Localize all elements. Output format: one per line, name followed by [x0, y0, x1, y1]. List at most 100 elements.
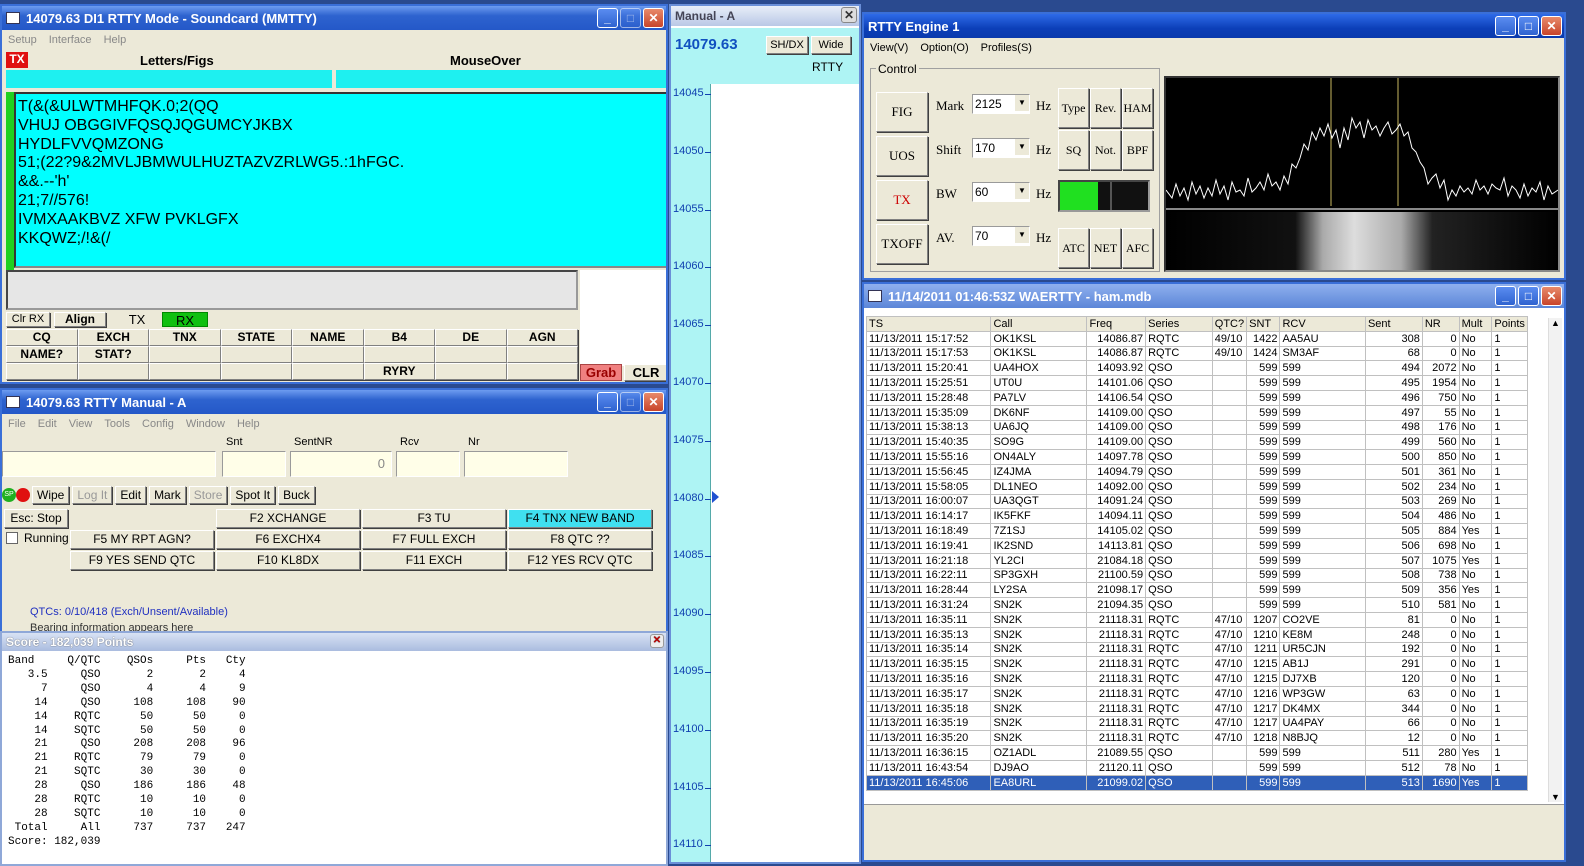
- column-header[interactable]: Sent: [1364, 316, 1423, 332]
- menu-item[interactable]: View: [69, 418, 93, 430]
- action-button[interactable]: Buck: [278, 486, 315, 504]
- table-row[interactable]: 11/13/2011 15:40:35 SO9G 14109.00 QSO 599 599…: [866, 434, 1528, 451]
- function-key-button[interactable]: F5 MY RPT AGN?: [70, 530, 214, 549]
- tx-text-area[interactable]: [6, 270, 578, 310]
- table-row[interactable]: 11/13/2011 15:35:09 DK6NF 14109.00 QSO 599 59…: [866, 404, 1528, 421]
- macro-button[interactable]: RYRY: [363, 363, 435, 380]
- macro-button[interactable]: [220, 363, 292, 380]
- table-row[interactable]: 11/13/2011 16:35:16 SN2K 21118.31 RQTC 47/10…: [866, 671, 1528, 687]
- close-icon[interactable]: ✕: [1541, 16, 1562, 36]
- scroll-up-icon[interactable]: ▲: [1549, 318, 1562, 328]
- macro-button[interactable]: [506, 363, 578, 380]
- score-titlebar[interactable]: Score - 182,039 Points ✕: [2, 633, 666, 651]
- table-row[interactable]: 11/13/2011 15:20:41 UA4HOX 14093.92 QSO 599 5…: [866, 360, 1528, 377]
- table-row[interactable]: 11/13/2011 16:35:15 SN2K 21118.31 RQTC 47/10…: [866, 656, 1528, 673]
- macro-button[interactable]: [149, 363, 221, 380]
- table-row[interactable]: 11/13/2011 16:45:06 EA8URL 21099.02 QSO 599 5…: [866, 774, 1528, 791]
- table-row[interactable]: 11/13/2011 15:55:16 ON4ALY 14097.78 QSO 599 5…: [866, 449, 1528, 465]
- table-row[interactable]: 11/13/2011 16:35:14 SN2K 21118.31 RQTC 47/10…: [866, 641, 1528, 658]
- table-row[interactable]: 11/13/2011 16:35:13 SN2K 21118.31 RQTC 47/10…: [866, 626, 1528, 643]
- menu-item[interactable]: View(V): [870, 42, 908, 54]
- table-row[interactable]: 11/13/2011 15:58:05 DL1NEO 14092.00 QSO 599 5…: [866, 478, 1528, 495]
- chevron-down-icon[interactable]: ▼: [1015, 227, 1029, 243]
- menu-item[interactable]: File: [8, 418, 26, 430]
- spectrum-display[interactable]: [1164, 76, 1560, 272]
- table-row[interactable]: 11/13/2011 16:31:24 SN2K 21094.35 QSO 599 599…: [866, 597, 1528, 613]
- macro-button[interactable]: NAME: [292, 329, 364, 346]
- macro-button[interactable]: [77, 363, 149, 380]
- column-header[interactable]: TS: [866, 316, 992, 332]
- column-header[interactable]: Mult: [1458, 316, 1493, 332]
- macro-button[interactable]: EXCH: [77, 329, 149, 346]
- macro-button[interactable]: NAME?: [6, 346, 78, 363]
- param-select[interactable]: 60 ▼: [972, 182, 1030, 202]
- column-header[interactable]: RCV: [1279, 316, 1366, 332]
- wide-button[interactable]: Wide: [811, 36, 851, 54]
- function-key-button[interactable]: F12 YES RCV QTC: [508, 551, 652, 570]
- macro-button[interactable]: [292, 346, 364, 363]
- macro-button[interactable]: [435, 346, 507, 363]
- table-row[interactable]: 11/13/2011 15:56:45 IZ4JMA 14094.79 QSO 599 5…: [866, 463, 1528, 480]
- log-scrollbar[interactable]: ▲ ▼: [1548, 318, 1562, 802]
- table-row[interactable]: 11/13/2011 15:17:53 OK1KSL 14086.87 RQTC 49/…: [866, 345, 1528, 362]
- menu-item[interactable]: Window: [186, 418, 225, 430]
- log-grid[interactable]: TS Call Freq Series QTC? SNT RCV Sent NR Mult Poin…: [866, 316, 1528, 796]
- macro-button[interactable]: DE: [435, 329, 507, 346]
- mode-button[interactable]: TXOFF: [876, 224, 928, 264]
- table-row[interactable]: 11/13/2011 16:22:11 SP3GXH 21100.59 QSO 599 5…: [866, 567, 1528, 584]
- mode-button[interactable]: TX: [876, 180, 928, 220]
- table-row[interactable]: 11/13/2011 16:18:49 7Z1SJ 14105.02 QSO 599 59…: [866, 523, 1528, 539]
- option-button[interactable]: Type: [1058, 88, 1089, 128]
- menu-item[interactable]: Option(O): [920, 42, 968, 54]
- tx-status[interactable]: TX: [114, 312, 160, 327]
- align-button[interactable]: Align: [54, 312, 106, 327]
- rx-text-area[interactable]: T(&(&ULWTMHFQK.0;2(QQ VHUJ OBGGIVFQSQJQGU…: [14, 92, 666, 268]
- function-key-button[interactable]: F2 XCHANGE: [216, 509, 360, 528]
- record-icon[interactable]: [16, 488, 30, 502]
- close-icon[interactable]: ✕: [650, 634, 664, 648]
- column-header[interactable]: Points: [1491, 316, 1528, 332]
- mmtty-titlebar[interactable]: 14079.63 DI1 RTTY Mode - Soundcard (MMTT…: [2, 6, 666, 30]
- bandmap-scale[interactable]: 14045 14050 14055 14060 14065 14070 14075 14080…: [671, 84, 711, 862]
- menu-item[interactable]: Setup: [8, 34, 37, 46]
- minimize-icon[interactable]: _: [597, 8, 618, 28]
- option-button[interactable]: SQ: [1058, 130, 1089, 170]
- option-button[interactable]: HAM: [1122, 88, 1153, 128]
- option-button[interactable]: Rev.: [1090, 88, 1121, 128]
- macro-button[interactable]: [363, 346, 435, 363]
- macro-button[interactable]: AGN: [506, 329, 578, 346]
- table-row[interactable]: 11/13/2011 16:35:20 SN2K 21118.31 RQTC 47/10…: [866, 730, 1528, 747]
- table-row[interactable]: 11/13/2011 16:35:11 SN2K 21118.31 RQTC 47/10…: [866, 611, 1528, 628]
- close-icon[interactable]: ✕: [1541, 286, 1562, 306]
- option-button[interactable]: ATC: [1058, 228, 1089, 268]
- table-row[interactable]: 11/13/2011 16:00:07 UA3QGT 14091.24 QSO 599 5…: [866, 493, 1528, 510]
- manual-titlebar[interactable]: 14079.63 RTTY Manual - A _ □ ✕: [2, 390, 666, 414]
- chevron-down-icon[interactable]: ▼: [1015, 139, 1029, 155]
- shdx-button[interactable]: SH/DX: [766, 36, 808, 54]
- menu-item[interactable]: Tools: [104, 418, 130, 430]
- function-key-button[interactable]: F10 KL8DX: [216, 551, 360, 570]
- maximize-icon[interactable]: □: [1518, 16, 1539, 36]
- function-key-button[interactable]: F6 EXCHX4: [216, 530, 360, 549]
- macro-button[interactable]: STAT?: [77, 346, 149, 363]
- menu-item[interactable]: Interface: [49, 34, 92, 46]
- option-button[interactable]: NET: [1090, 228, 1121, 268]
- action-button[interactable]: Wipe: [32, 486, 70, 504]
- close-icon[interactable]: ✕: [643, 8, 664, 28]
- rx-status[interactable]: RX: [162, 312, 208, 328]
- minimize-icon[interactable]: _: [1495, 16, 1516, 36]
- table-row[interactable]: 11/13/2011 15:17:52 OK1KSL 14086.87 RQTC 49/…: [866, 330, 1528, 347]
- call-input[interactable]: [2, 451, 216, 477]
- table-row[interactable]: 11/13/2011 16:35:18 SN2K 21118.31 RQTC 47/10…: [866, 700, 1528, 717]
- table-row[interactable]: 11/13/2011 16:36:15 OZ1ADL 21089.55 QSO 599 5…: [866, 745, 1528, 761]
- grab-button[interactable]: Grab: [580, 364, 622, 381]
- column-header[interactable]: SNT: [1246, 316, 1281, 332]
- macro-button[interactable]: CQ: [6, 329, 78, 346]
- close-icon[interactable]: ✕: [841, 7, 857, 23]
- macro-button[interactable]: B4: [363, 329, 435, 346]
- function-key-button[interactable]: F7 FULL EXCH: [362, 530, 506, 549]
- function-key-button[interactable]: F11 EXCH: [362, 551, 506, 570]
- menu-item[interactable]: Help: [237, 418, 260, 430]
- table-row[interactable]: 11/13/2011 16:35:17 SN2K 21118.31 RQTC 47/10…: [866, 685, 1528, 702]
- action-button[interactable]: Mark: [149, 486, 186, 504]
